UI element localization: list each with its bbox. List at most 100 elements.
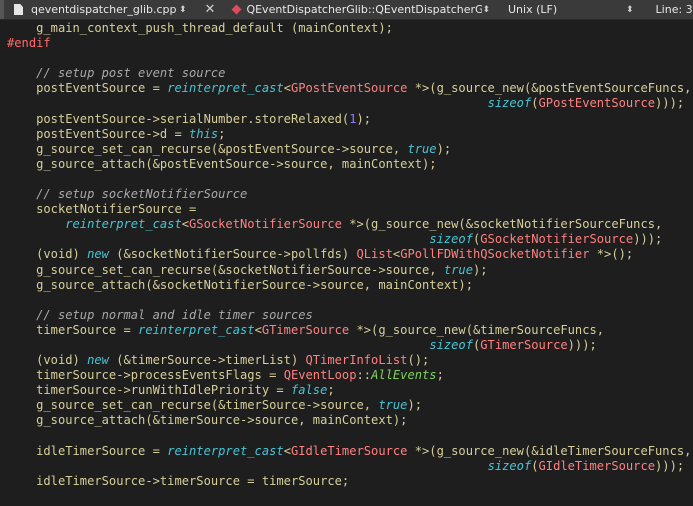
code-token: < <box>254 322 262 337</box>
chevron-updown-icon: ⬍ <box>482 4 490 15</box>
code-token: #endif <box>7 36 51 51</box>
code-token: idleTimerSource = <box>7 443 168 458</box>
code-line[interactable]: sizeof(GTimerSource))); <box>0 338 693 353</box>
file-selector[interactable]: qeventdispatcher_glib.cpp ⬍ <box>0 0 193 19</box>
code-token: g_main_context_push_thread_default (main… <box>7 21 393 35</box>
code-token: (&socketNotifierSource->pollfds) <box>108 247 357 262</box>
code-line[interactable]: // setup post event source <box>0 66 693 81</box>
chevron-updown-icon: ⬍ <box>626 4 634 15</box>
code-line[interactable]: timerSource->runWithIdlePriority = false… <box>0 383 693 398</box>
code-line[interactable]: postEventSource->serialNumber.storeRelax… <box>0 112 693 127</box>
code-line[interactable]: g_source_attach(&timerSource->source, ma… <box>0 413 693 428</box>
code-token: ))); <box>655 458 685 473</box>
code-line[interactable]: (void) new (&timerSource->timerList) QTi… <box>0 353 693 368</box>
code-token: (void) <box>7 353 88 368</box>
code-line[interactable]: postEventSource = reinterpret_cast<GPost… <box>0 81 693 96</box>
code-token: g_source_attach(&postEventSource->source… <box>7 156 437 171</box>
code-token: QTimerInfoList <box>305 353 408 368</box>
code-line[interactable]: g_source_attach(&postEventSource->source… <box>0 157 693 172</box>
code-token: // setup socketNotifierSource <box>7 187 248 202</box>
code-token: (&timerSource->timerList) <box>108 353 306 368</box>
code-token: new <box>87 247 109 262</box>
code-token: sizeof <box>429 232 473 247</box>
code-token: g_source_attach(&timerSource->source, ma… <box>7 413 408 428</box>
file-icon <box>14 4 23 15</box>
code-token: ))); <box>655 96 685 111</box>
code-token: < <box>181 217 190 232</box>
line-ending-selector[interactable]: Unix (LF) ⬍ <box>508 0 640 19</box>
code-token: ; <box>218 126 226 141</box>
code-token: reinterpret_cast <box>138 322 255 337</box>
code-token: sizeof <box>487 458 532 473</box>
code-token: *>(g_source_new(&timerSourceFuncs, <box>349 322 605 337</box>
toolbar-edge-marker <box>0 0 4 19</box>
code-line[interactable] <box>0 51 693 66</box>
code-token: :: <box>356 368 372 383</box>
code-line[interactable]: sizeof(GIdleTimerSource))); <box>0 459 693 474</box>
code-token: ( <box>531 458 539 473</box>
code-token: reinterpret_cast <box>167 443 284 458</box>
cursor-position[interactable]: Line: 357, Col <box>652 3 693 16</box>
code-line[interactable] <box>0 172 693 187</box>
code-token: GPostEventSource <box>538 96 656 111</box>
code-line[interactable]: sizeof(GPostEventSource))); <box>0 96 693 111</box>
code-token: 1 <box>349 111 357 126</box>
code-token: g_source_set_can_recurse(&postEventSourc… <box>7 141 408 156</box>
code-token: new <box>87 353 109 368</box>
code-line[interactable]: (void) new (&socketNotifierSource->pollf… <box>0 247 693 262</box>
code-token: GSocketNotifierSource <box>189 217 342 232</box>
file-name: qeventdispatcher_glib.cpp <box>31 3 177 16</box>
code-token: (); <box>407 353 430 368</box>
code-line[interactable]: g_source_attach(&socketNotifierSource->s… <box>0 278 693 293</box>
code-line[interactable]: sizeof(GSocketNotifierSource))); <box>0 232 693 247</box>
code-token: GIdleTimerSource <box>538 458 656 473</box>
code-token: QEventLoop <box>283 368 357 383</box>
code-line[interactable]: g_source_set_can_recurse(&socketNotifier… <box>0 263 693 278</box>
code-token: ( <box>531 96 539 111</box>
code-line[interactable]: // setup normal and idle timer sources <box>0 308 693 323</box>
code-token: timerSource = <box>7 322 139 337</box>
code-line[interactable]: g_source_set_can_recurse(&postEventSourc… <box>0 142 693 157</box>
function-diamond-icon <box>232 4 242 15</box>
code-line[interactable]: g_main_context_push_thread_default (main… <box>0 21 693 36</box>
code-token: AllEvents <box>371 368 437 383</box>
editor-toolbar: qeventdispatcher_glib.cpp ⬍ ✕ QEventDisp… <box>0 0 693 20</box>
close-icon[interactable]: ✕ <box>205 2 216 17</box>
code-line[interactable]: postEventSource->d = this; <box>0 127 693 142</box>
code-line[interactable]: // setup socketNotifierSource <box>0 187 693 202</box>
code-editor[interactable]: g_main_context_push_thread_default (main… <box>0 21 693 506</box>
code-line[interactable]: g_source_set_can_recurse(&timerSource->s… <box>0 398 693 413</box>
code-token: *>(); <box>589 247 634 262</box>
code-line[interactable]: reinterpret_cast<GSocketNotifierSource *… <box>0 217 693 232</box>
code-token: idleTimerSource->timerSource = timerSour… <box>7 473 350 488</box>
code-line[interactable] <box>0 429 693 444</box>
code-token: g_source_set_can_recurse(&timerSource->s… <box>7 398 379 413</box>
code-token: postEventSource->d = <box>7 126 190 141</box>
code-token: false <box>290 383 328 398</box>
code-line[interactable]: idleTimerSource = reinterpret_cast<GIdle… <box>0 444 693 459</box>
code-line[interactable] <box>0 293 693 308</box>
function-selector[interactable]: QEventDispatcherGlib::QEventDispatcherG·… <box>231 0 496 19</box>
code-line[interactable]: timerSource->processEventsFlags = QEvent… <box>0 368 693 383</box>
code-token: *>(g_source_new(&postEventSourceFuncs, <box>407 81 692 96</box>
code-line[interactable]: #endif <box>0 36 693 51</box>
code-token: g_source_attach(&socketNotifierSource->s… <box>7 277 473 292</box>
code-line[interactable]: socketNotifierSource = <box>0 202 693 217</box>
code-token: // setup normal and idle timer sources <box>7 307 313 322</box>
code-line[interactable]: timerSource = reinterpret_cast<GTimerSou… <box>0 323 693 338</box>
code-token: ); <box>356 111 372 126</box>
code-token: ); <box>407 398 423 413</box>
code-token: QList <box>356 247 393 262</box>
code-token: sizeof <box>487 96 532 111</box>
code-token: ; <box>436 368 444 383</box>
code-token: < <box>283 443 291 458</box>
code-line[interactable]: idleTimerSource->timerSource = timerSour… <box>0 474 693 489</box>
code-token: timerSource->processEventsFlags = <box>7 368 284 383</box>
code-token: // setup post event source <box>7 66 226 81</box>
code-token: GSocketNotifierSource <box>480 232 634 247</box>
code-token: reinterpret_cast <box>167 81 284 96</box>
